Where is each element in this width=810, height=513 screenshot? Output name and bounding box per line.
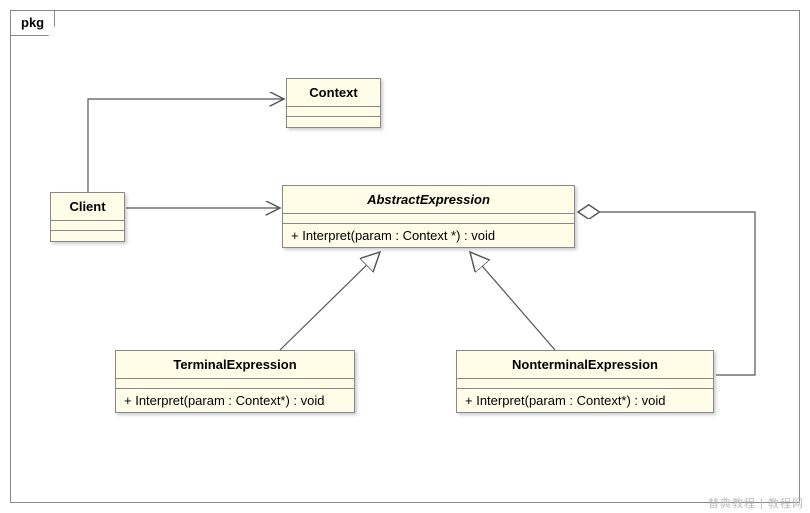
class-operations: + Interpret(param : Context*) : void (457, 389, 713, 412)
class-context: Context (286, 78, 381, 128)
class-attributes (116, 379, 354, 389)
class-attributes (51, 221, 124, 231)
package-tab: pkg (10, 10, 55, 36)
class-operations: + Interpret(param : Context *) : void (283, 224, 574, 247)
class-name: TerminalExpression (116, 351, 354, 379)
class-abstract-expression: AbstractExpression + Interpret(param : C… (282, 185, 575, 248)
watermark: 替典教程 | 教程网 (708, 495, 804, 511)
class-attributes (283, 214, 574, 224)
class-attributes (287, 107, 380, 117)
operation: + Interpret(param : Context *) : void (291, 228, 495, 243)
class-name: Context (287, 79, 380, 107)
class-operations (51, 231, 124, 241)
class-attributes (457, 379, 713, 389)
class-name: AbstractExpression (283, 186, 574, 214)
class-operations (287, 117, 380, 127)
class-operations: + Interpret(param : Context*) : void (116, 389, 354, 412)
package-frame: pkg (10, 10, 800, 503)
operation: + Interpret(param : Context*) : void (465, 393, 666, 408)
class-client: Client (50, 192, 125, 242)
package-name: pkg (21, 15, 44, 30)
class-name: Client (51, 193, 124, 221)
operation: + Interpret(param : Context*) : void (124, 393, 325, 408)
class-nonterminal-expression: NonterminalExpression + Interpret(param … (456, 350, 714, 413)
class-terminal-expression: TerminalExpression + Interpret(param : C… (115, 350, 355, 413)
class-name: NonterminalExpression (457, 351, 713, 379)
